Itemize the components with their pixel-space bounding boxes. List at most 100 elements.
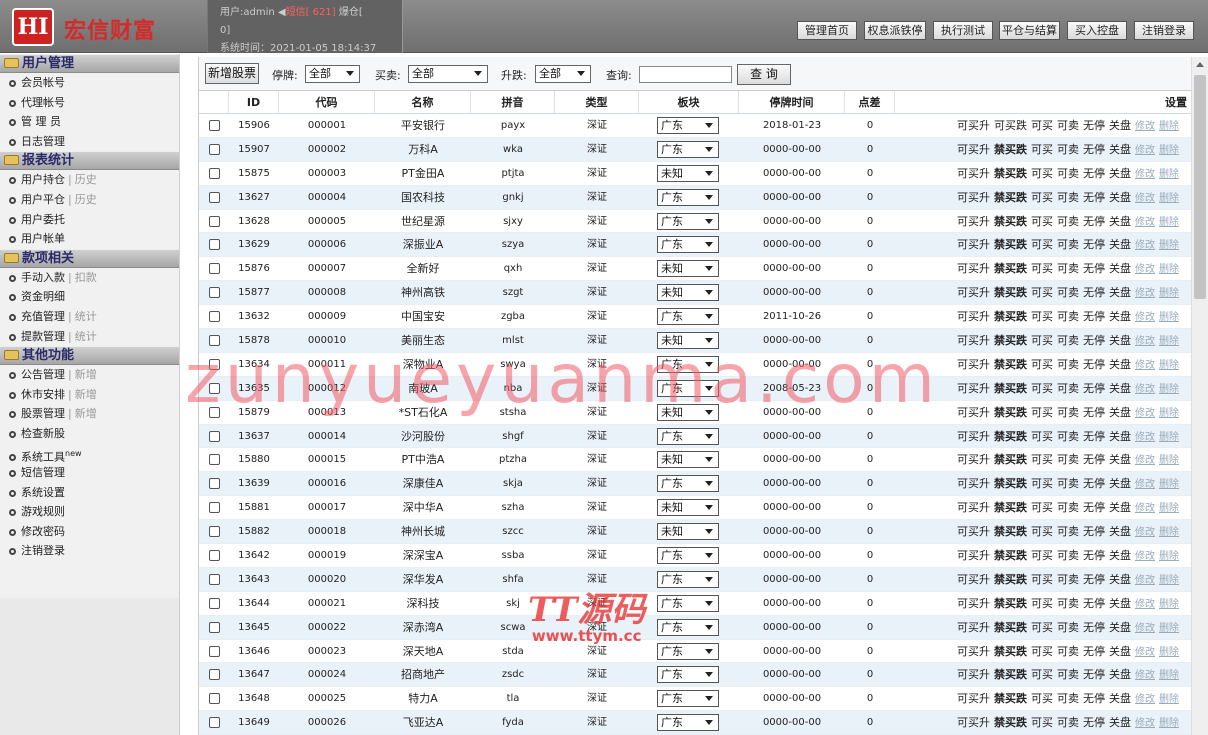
sidebar-section-header[interactable]: 款项相关 <box>0 248 179 268</box>
row-checkbox[interactable] <box>209 239 220 251</box>
sell-toggle[interactable]: 可卖 <box>1057 573 1079 586</box>
sell-toggle[interactable]: 可卖 <box>1057 310 1079 323</box>
sector-select[interactable]: 广东 <box>657 594 719 612</box>
delete-link[interactable]: 删除 <box>1159 264 1179 275</box>
buy-down-toggle[interactable]: 禁买跌 <box>994 286 1027 299</box>
edit-link[interactable]: 修改 <box>1135 240 1155 251</box>
sidebar-item-label[interactable]: 系统设置 <box>21 486 65 499</box>
no-suspend-toggle[interactable]: 无停 <box>1083 406 1105 419</box>
sell-toggle[interactable]: 可卖 <box>1057 143 1079 156</box>
buy-up-toggle[interactable]: 可买升 <box>957 692 990 705</box>
buy-toggle[interactable]: 可买 <box>1031 668 1053 681</box>
no-suspend-toggle[interactable]: 无停 <box>1083 645 1105 658</box>
delete-link[interactable]: 删除 <box>1159 479 1179 490</box>
buy-toggle[interactable]: 可买 <box>1031 645 1053 658</box>
row-checkbox[interactable] <box>209 263 220 275</box>
sidebar-item[interactable]: 会员帐号 <box>0 73 179 93</box>
buy-toggle[interactable]: 可买 <box>1031 573 1053 586</box>
sell-toggle[interactable]: 可卖 <box>1057 716 1079 729</box>
sidebar-item[interactable]: 游戏规则 <box>0 502 179 522</box>
no-suspend-toggle[interactable]: 无停 <box>1083 716 1105 729</box>
buy-toggle[interactable]: 可买 <box>1031 477 1053 490</box>
sidebar-item-label[interactable]: 股票管理 <box>21 407 65 420</box>
sell-toggle[interactable]: 可卖 <box>1057 645 1079 658</box>
no-suspend-toggle[interactable]: 无停 <box>1083 597 1105 610</box>
sidebar-item-label[interactable]: 公告管理 <box>21 368 65 381</box>
row-checkbox[interactable] <box>209 573 220 585</box>
no-suspend-toggle[interactable]: 无停 <box>1083 525 1105 538</box>
sector-select[interactable]: 广东 <box>657 212 719 230</box>
sidebar-item[interactable]: 检查新股 <box>0 424 179 444</box>
edit-link[interactable]: 修改 <box>1135 193 1155 204</box>
delete-link[interactable]: 删除 <box>1159 670 1179 681</box>
sidebar-item-label[interactable]: 充值管理 <box>21 310 65 323</box>
sector-select[interactable]: 广东 <box>657 308 719 326</box>
edit-link[interactable]: 修改 <box>1135 527 1155 538</box>
sell-toggle[interactable]: 可卖 <box>1057 406 1079 419</box>
dividend-suspend-button[interactable]: 权息派铁停 <box>864 21 926 40</box>
buy-down-toggle[interactable]: 禁买跌 <box>994 716 1027 729</box>
delete-link[interactable]: 删除 <box>1159 718 1179 729</box>
sidebar-item[interactable]: 股票管理 | 新增 <box>0 404 179 424</box>
buy-toggle[interactable]: 可买 <box>1031 597 1053 610</box>
buy-toggle[interactable]: 可买 <box>1031 382 1053 395</box>
sell-toggle[interactable]: 可卖 <box>1057 167 1079 180</box>
sidebar-item-label[interactable]: 手动入款 <box>21 271 65 284</box>
run-test-button[interactable]: 执行测试 <box>933 21 993 40</box>
buy-down-toggle[interactable]: 禁买跌 <box>994 143 1027 156</box>
no-suspend-toggle[interactable]: 无停 <box>1083 501 1105 514</box>
sidebar-item-label[interactable]: 用户帐单 <box>21 232 65 245</box>
scrollbar[interactable] <box>1191 57 1208 735</box>
buy-up-toggle[interactable]: 可买升 <box>957 238 990 251</box>
row-checkbox[interactable] <box>209 693 220 705</box>
buy-down-toggle[interactable]: 禁买跌 <box>994 406 1027 419</box>
sector-select[interactable]: 广东 <box>657 642 719 660</box>
row-checkbox[interactable] <box>209 717 220 729</box>
sidebar-sub-link[interactable]: 历史 <box>75 193 97 206</box>
liquidation-label[interactable]: 爆仓[ <box>339 7 363 18</box>
edit-link[interactable]: 修改 <box>1135 312 1155 323</box>
buy-up-toggle[interactable]: 可买升 <box>957 597 990 610</box>
close-toggle[interactable]: 关盘 <box>1109 286 1131 299</box>
buy-up-toggle[interactable]: 可买升 <box>957 549 990 562</box>
row-checkbox[interactable] <box>209 621 220 633</box>
delete-link[interactable]: 删除 <box>1159 623 1179 634</box>
row-checkbox[interactable] <box>209 597 220 609</box>
sector-select[interactable]: 广东 <box>657 570 719 588</box>
delete-link[interactable]: 删除 <box>1159 288 1179 299</box>
close-toggle[interactable]: 关盘 <box>1109 573 1131 586</box>
delete-link[interactable]: 删除 <box>1159 503 1179 514</box>
buy-down-toggle[interactable]: 禁买跌 <box>994 262 1027 275</box>
no-suspend-toggle[interactable]: 无停 <box>1083 167 1105 180</box>
sector-select[interactable]: 未知 <box>657 260 719 278</box>
row-checkbox[interactable] <box>209 669 220 681</box>
sidebar-item-label[interactable]: 资金明细 <box>21 290 65 303</box>
sector-select[interactable]: 广东 <box>657 618 719 636</box>
no-suspend-toggle[interactable]: 无停 <box>1083 238 1105 251</box>
delete-link[interactable]: 删除 <box>1159 145 1179 156</box>
buy-toggle[interactable]: 可买 <box>1031 549 1053 562</box>
close-toggle[interactable]: 关盘 <box>1109 310 1131 323</box>
close-toggle[interactable]: 关盘 <box>1109 692 1131 705</box>
sidebar-item[interactable]: 管 理 员 <box>0 112 179 132</box>
sidebar-item[interactable]: 充值管理 | 统计 <box>0 307 179 327</box>
delete-link[interactable]: 删除 <box>1159 694 1179 705</box>
sidebar-item[interactable]: 日志管理 <box>0 132 179 152</box>
delete-link[interactable]: 删除 <box>1159 408 1179 419</box>
sidebar-item[interactable]: 短信管理 <box>0 463 179 483</box>
buy-toggle[interactable]: 可买 <box>1031 501 1053 514</box>
buy-up-toggle[interactable]: 可买升 <box>957 453 990 466</box>
buy-toggle[interactable]: 可买 <box>1031 358 1053 371</box>
row-checkbox[interactable] <box>209 454 220 466</box>
buy-down-toggle[interactable]: 禁买跌 <box>994 238 1027 251</box>
close-toggle[interactable]: 关盘 <box>1109 382 1131 395</box>
buy-up-toggle[interactable]: 可买升 <box>957 334 990 347</box>
buy-down-toggle[interactable]: 禁买跌 <box>994 191 1027 204</box>
sidebar-sub-link[interactable]: 新增 <box>75 407 97 420</box>
row-checkbox[interactable] <box>209 311 220 323</box>
edit-link[interactable]: 修改 <box>1135 121 1155 132</box>
close-toggle[interactable]: 关盘 <box>1109 167 1131 180</box>
buy-up-toggle[interactable]: 可买升 <box>957 621 990 634</box>
buy-up-toggle[interactable]: 可买升 <box>957 716 990 729</box>
close-toggle[interactable]: 关盘 <box>1109 621 1131 634</box>
